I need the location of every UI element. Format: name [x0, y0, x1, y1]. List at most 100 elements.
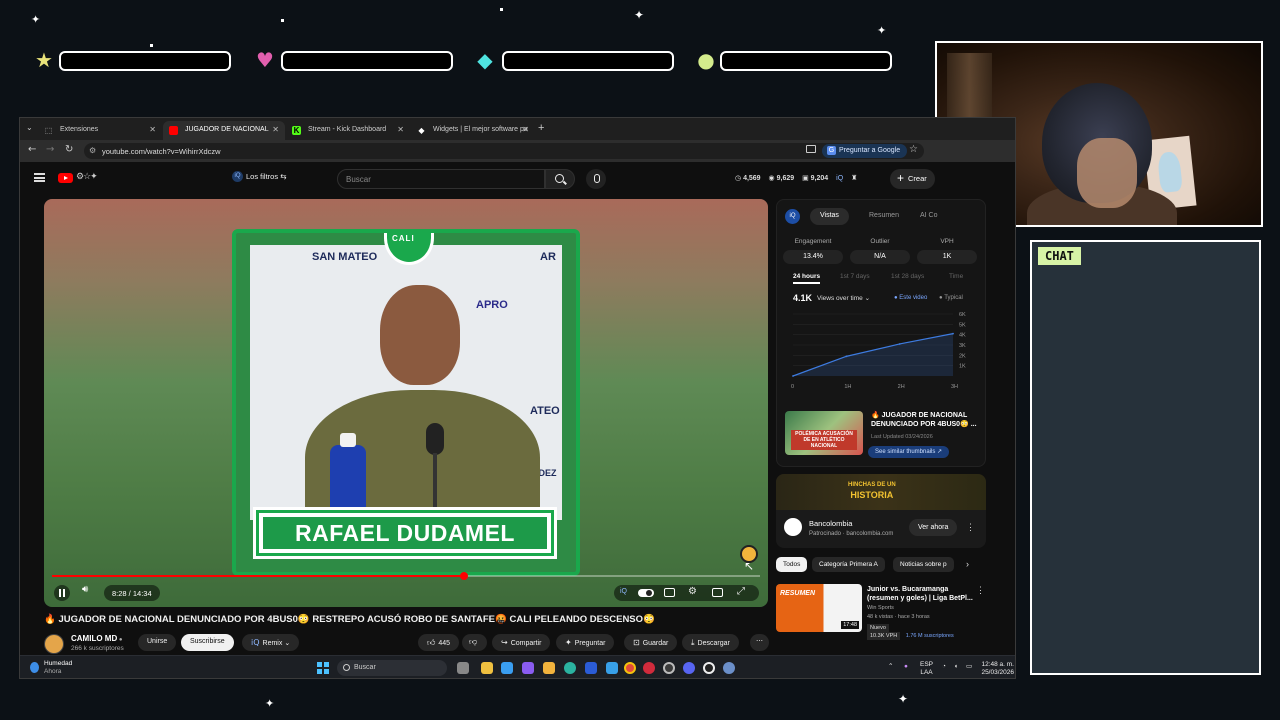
trophy-icon[interactable]: ♜	[851, 175, 857, 182]
close-icon[interactable]: ✕	[397, 125, 404, 134]
photos-icon[interactable]	[606, 662, 618, 674]
close-icon[interactable]: ✕	[149, 125, 156, 134]
volume-tray-icon[interactable]: ◖	[954, 663, 958, 671]
task-view-icon[interactable]	[457, 662, 469, 674]
clock[interactable]: 12:48 a. m. 25/03/2026	[972, 661, 1014, 676]
tab-ai[interactable]: AI Co	[910, 208, 948, 225]
like-button[interactable]: 👍︎ 445	[418, 634, 460, 651]
recommended-title[interactable]: Junior vs. Bucaramanga (resumen y goles)…	[867, 585, 979, 603]
download-button[interactable]: ⤓ Descargar	[682, 634, 739, 651]
network-icon[interactable]: ◔	[942, 663, 946, 671]
folder-icon[interactable]	[543, 662, 555, 674]
subtitles-icon[interactable]	[664, 588, 675, 597]
speaker-head	[380, 285, 460, 385]
related-title[interactable]: 🔥 JUGADOR DE NACIONAL DENUNCIADO POR 4BU…	[871, 411, 979, 429]
settings-icon[interactable]	[723, 662, 735, 674]
ask-google-button[interactable]: G Preguntar a Google	[822, 144, 908, 158]
store-icon[interactable]	[501, 662, 513, 674]
autoplay-toggle[interactable]	[638, 589, 654, 597]
chip-primera-a[interactable]: Categoría Primera A	[812, 557, 885, 572]
microphone-icon[interactable]	[586, 169, 606, 189]
copilot-icon[interactable]	[522, 662, 534, 674]
dislike-button[interactable]: 👎︎	[462, 634, 488, 651]
youtube-logo-icon[interactable]	[58, 173, 73, 183]
range-tab-28d[interactable]: 1st 28 days	[891, 273, 924, 280]
recommended-thumbnail[interactable]: RESUMEN 17:48	[776, 584, 862, 632]
search-input[interactable]: Buscar	[337, 169, 545, 189]
related-thumbnail[interactable]: POLÉMICA ACUSACIÓN DE EN ATLÉTICO NACION…	[785, 411, 863, 455]
volume-icon[interactable]: 🔊︎	[82, 584, 88, 595]
word-icon[interactable]	[585, 662, 597, 674]
create-button[interactable]: Crear	[890, 169, 935, 189]
video-player[interactable]: SAN MATEO AR APRO ATEO NDEZ RAFAEL DUDAM…	[44, 199, 768, 607]
save-button[interactable]: ⊡ Guardar	[624, 634, 678, 651]
weather-widget[interactable]: Humedad Ahora	[30, 660, 72, 676]
chart-y-tick: 5K	[959, 322, 966, 328]
users-stat: ▣ 9,204	[802, 175, 829, 182]
chip-noticias[interactable]: Noticias sobre p	[893, 557, 954, 572]
filters-label: Los filtros	[246, 172, 279, 181]
obs-icon[interactable]	[663, 662, 675, 674]
similar-thumbnails-button[interactable]: See similar thumbnails ↗	[868, 446, 950, 458]
progress-bar[interactable]	[52, 572, 760, 580]
extension-icon[interactable]: iQ	[620, 588, 627, 595]
mic-tray-icon[interactable]: ●	[904, 663, 908, 671]
sponsored-ad[interactable]: HINCHAS DE UN HISTORIA Bancolombia Patro…	[776, 474, 986, 548]
language-indicator[interactable]: ESP LAA	[920, 661, 933, 676]
tab-resumen[interactable]: Resumen	[859, 208, 909, 225]
more-options-icon[interactable]: ⋮	[966, 522, 975, 533]
edge-icon[interactable]	[564, 662, 576, 674]
chip-todos[interactable]: Todos	[776, 557, 808, 572]
windows-start-icon[interactable]	[317, 662, 329, 674]
range-tab-time[interactable]: Time	[949, 273, 963, 280]
tab-youtube[interactable]: JUGADOR DE NACIONAL ✕	[163, 121, 285, 140]
tab-extensions[interactable]: ⬚ Extensiones ✕	[38, 121, 162, 140]
analytics-panel: iQ Vistas Resumen AI Co Engagement 13.4%…	[776, 199, 986, 467]
more-options-icon[interactable]: ⋮	[976, 585, 985, 596]
site-settings-icon[interactable]: ⚙	[89, 146, 96, 155]
cast-icon[interactable]	[806, 145, 816, 153]
app-icon[interactable]	[703, 662, 715, 674]
close-icon[interactable]: ✕	[272, 125, 279, 134]
filters-button[interactable]: iQ Los filtros ⇆	[232, 171, 287, 182]
chevron-right-icon[interactable]: ›	[966, 559, 969, 569]
channel-avatar[interactable]	[44, 634, 64, 654]
views-selector[interactable]: Views over time ⌄	[817, 294, 870, 302]
bookmark-star-icon[interactable]: ☆	[909, 144, 918, 155]
taskbar-search-input[interactable]: Buscar	[337, 660, 447, 676]
tab-widgets[interactable]: ◆ Widgets | El mejor software pa ✕	[411, 121, 535, 140]
reload-icon[interactable]: ↻	[65, 144, 73, 155]
forward-icon[interactable]: →	[46, 144, 54, 155]
file-explorer-icon[interactable]	[481, 662, 493, 674]
more-actions-button[interactable]: ⋯	[750, 634, 769, 651]
new-tab-icon[interactable]: +	[538, 122, 544, 134]
fullscreen-icon[interactable]: ⤢	[737, 586, 745, 597]
opera-icon[interactable]	[643, 662, 655, 674]
menu-icon[interactable]	[34, 173, 45, 182]
star-dot	[500, 8, 503, 11]
share-button[interactable]: ↪ Compartir	[492, 634, 551, 651]
tray-chevron-icon[interactable]: ⌃	[888, 663, 893, 671]
discord-icon[interactable]	[683, 662, 695, 674]
settings-icon[interactable]: ⚙	[688, 586, 697, 597]
tab-search-icon[interactable]: ⌄	[26, 123, 33, 132]
close-icon[interactable]: ✕	[522, 125, 529, 134]
channel-name[interactable]: CAMILO MD ●	[71, 634, 123, 643]
search-icon[interactable]	[545, 169, 575, 189]
range-tab-24h[interactable]: 24 hours	[793, 273, 821, 284]
url-field[interactable]: ⚙ youtube.com/watch?v=WihirrXdczw	[84, 143, 924, 159]
chrome-icon[interactable]	[624, 662, 636, 674]
progress-scrubber[interactable]	[460, 572, 469, 580]
miniplayer-icon[interactable]	[712, 588, 723, 597]
back-icon[interactable]: ←	[28, 144, 36, 155]
range-tab-7d[interactable]: 1st 7 days	[840, 273, 870, 280]
join-button[interactable]: Unirse	[138, 634, 177, 651]
pause-button[interactable]	[54, 585, 70, 601]
remix-button[interactable]: iQ Remix ⌄	[242, 634, 300, 651]
ad-cta-button[interactable]: Ver ahora	[909, 519, 958, 536]
subscribe-button[interactable]: Suscribirse	[181, 634, 234, 651]
tab-vistas[interactable]: Vistas	[810, 208, 849, 225]
tab-kick[interactable]: K Stream - Kick Dashboard ✕	[286, 121, 410, 140]
ask-button[interactable]: ✦ Preguntar	[556, 634, 615, 651]
extension-icon[interactable]: iQ	[836, 175, 843, 182]
